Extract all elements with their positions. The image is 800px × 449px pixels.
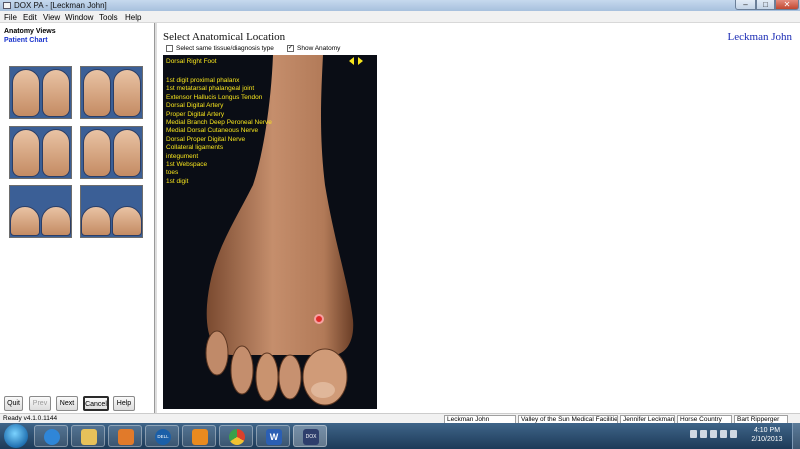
start-button[interactable] <box>4 424 28 448</box>
structure-item[interactable]: Dorsal Digital Artery <box>166 102 272 110</box>
anatomy-views-link[interactable]: Anatomy Views <box>4 28 56 35</box>
cancel-button[interactable]: Cancel <box>83 396 109 411</box>
show-anatomy-label: Show Anatomy <box>297 45 341 52</box>
media-player-icon[interactable] <box>108 425 142 447</box>
structure-list: 1st digit proximal phalanx 1st metatarsa… <box>166 77 272 186</box>
next-button[interactable]: Next <box>56 396 78 411</box>
main-panel: Select Anatomical Location Leckman John … <box>160 23 800 413</box>
structure-item[interactable]: 1st metatarsal phalangeal joint <box>166 85 272 93</box>
internet-explorer-icon[interactable] <box>34 425 68 447</box>
foot-thumbnail <box>12 69 40 117</box>
anatomy-view-lateral[interactable] <box>80 185 143 238</box>
status-bar: Ready v4.1.0.1144 Leckman John Valley of… <box>0 413 800 424</box>
foot-thumbnail <box>10 206 40 236</box>
help-button[interactable]: Help <box>113 396 135 411</box>
internet-explorer-glyph <box>44 429 60 445</box>
foot-thumbnail <box>41 206 71 236</box>
selected-location-marker[interactable] <box>314 314 324 324</box>
status-version: Ready v4.1.0.1144 <box>3 415 58 422</box>
folder-glyph <box>81 429 97 445</box>
word-glyph: W <box>266 429 282 445</box>
clock-time[interactable]: 4:10 PM <box>745 427 789 434</box>
structure-item[interactable]: integument <box>166 153 272 161</box>
foot-thumbnail <box>83 69 111 117</box>
media-player-glyph <box>118 429 134 445</box>
panel-splitter[interactable] <box>155 23 157 413</box>
region-label: Dorsal Right Foot <box>166 58 217 65</box>
menu-help[interactable]: Help <box>125 13 141 22</box>
tray-power-icon[interactable] <box>710 430 717 438</box>
chrome-glyph <box>229 429 245 445</box>
page-title: Select Anatomical Location <box>163 31 286 43</box>
tray-arrow-icon[interactable] <box>690 430 697 438</box>
foot-thumbnail <box>42 69 70 117</box>
structure-item[interactable]: 1st digit proximal phalanx <box>166 77 272 85</box>
tray-volume-icon[interactable] <box>730 430 737 438</box>
chrome-icon[interactable] <box>219 425 253 447</box>
outlook-icon[interactable] <box>182 425 216 447</box>
foot-thumbnail <box>113 129 141 177</box>
anatomy-view-posterior-ankle[interactable] <box>80 126 143 179</box>
anatomy-view-anterior-ankle[interactable] <box>9 126 72 179</box>
dox-glyph: DOX <box>303 429 319 445</box>
quit-button[interactable]: Quit <box>4 396 23 411</box>
dell-icon[interactable]: DELL <box>145 425 179 447</box>
title-bar: DOX PA - [Leckman John] – □ ✕ <box>0 0 800 11</box>
foot-thumbnail <box>83 129 111 177</box>
left-panel: Anatomy Views Patient Chart Quit Prev Ne… <box>0 23 155 413</box>
show-desktop-button[interactable] <box>792 423 800 449</box>
file-explorer-icon[interactable] <box>71 425 105 447</box>
anatomy-view-medial[interactable] <box>9 185 72 238</box>
next-view-arrow-icon[interactable] <box>358 57 363 65</box>
patient-chart-link[interactable]: Patient Chart <box>4 37 48 44</box>
structure-item[interactable]: Medial Dorsal Cutaneous Nerve <box>166 127 272 135</box>
structure-item[interactable]: 1st digit <box>166 178 272 186</box>
word-icon[interactable]: W <box>256 425 290 447</box>
foot-thumbnail <box>12 129 40 177</box>
same-tissue-checkbox[interactable] <box>166 45 173 52</box>
foot-thumbnail <box>112 206 142 236</box>
tray-network-icon[interactable] <box>720 430 727 438</box>
structure-item[interactable]: toes <box>166 169 272 177</box>
menu-window[interactable]: Window <box>65 13 93 22</box>
tray-flag-icon[interactable] <box>700 430 707 438</box>
prev-button[interactable]: Prev <box>29 396 51 411</box>
anatomy-view-plantar[interactable] <box>9 66 72 119</box>
structure-item[interactable]: Proper Digital Artery <box>166 111 272 119</box>
structure-item[interactable]: Medial Branch Deep Peroneal Nerve <box>166 119 272 127</box>
app-client-area: Anatomy Views Patient Chart Quit Prev Ne… <box>0 23 800 413</box>
taskbar: DELL W DOX 4:10 PM 2/10/2013 <box>0 423 800 449</box>
foot-thumbnail <box>42 129 70 177</box>
app-icon <box>3 2 11 9</box>
minimize-button[interactable]: – <box>735 0 756 10</box>
foot-thumbnail <box>113 69 141 117</box>
menu-bar: File Edit View Window Tools Help <box>0 11 800 23</box>
patient-name: Leckman John <box>727 31 792 43</box>
window-title: DOX PA - [Leckman John] <box>14 1 107 10</box>
close-button[interactable]: ✕ <box>775 0 799 10</box>
anatomy-image[interactable]: Dorsal Right Foot 1st digit proximal pha… <box>163 55 377 409</box>
system-tray <box>690 430 737 440</box>
dox-icon[interactable]: DOX <box>293 425 327 447</box>
show-anatomy-checkbox[interactable]: ✓ <box>287 45 294 52</box>
outlook-glyph <box>192 429 208 445</box>
structure-item[interactable]: Collateral ligaments <box>166 144 272 152</box>
clock-date[interactable]: 2/10/2013 <box>745 436 789 443</box>
menu-edit[interactable]: Edit <box>23 13 37 22</box>
structure-item[interactable]: Extensor Hallucis Longus Tendon <box>166 94 272 102</box>
menu-file[interactable]: File <box>4 13 17 22</box>
anatomy-view-dorsal[interactable] <box>80 66 143 119</box>
previous-view-arrow-icon[interactable] <box>349 57 354 65</box>
maximize-button[interactable]: □ <box>756 0 775 10</box>
menu-view[interactable]: View <box>43 13 60 22</box>
foot-thumbnail <box>81 206 111 236</box>
dell-glyph: DELL <box>155 429 171 445</box>
menu-tools[interactable]: Tools <box>99 13 118 22</box>
structure-item[interactable]: 1st Webspace <box>166 161 272 169</box>
same-tissue-label: Select same tissue/diagnosis type <box>176 45 274 52</box>
structure-item[interactable]: Dorsal Proper Digital Nerve <box>166 136 272 144</box>
